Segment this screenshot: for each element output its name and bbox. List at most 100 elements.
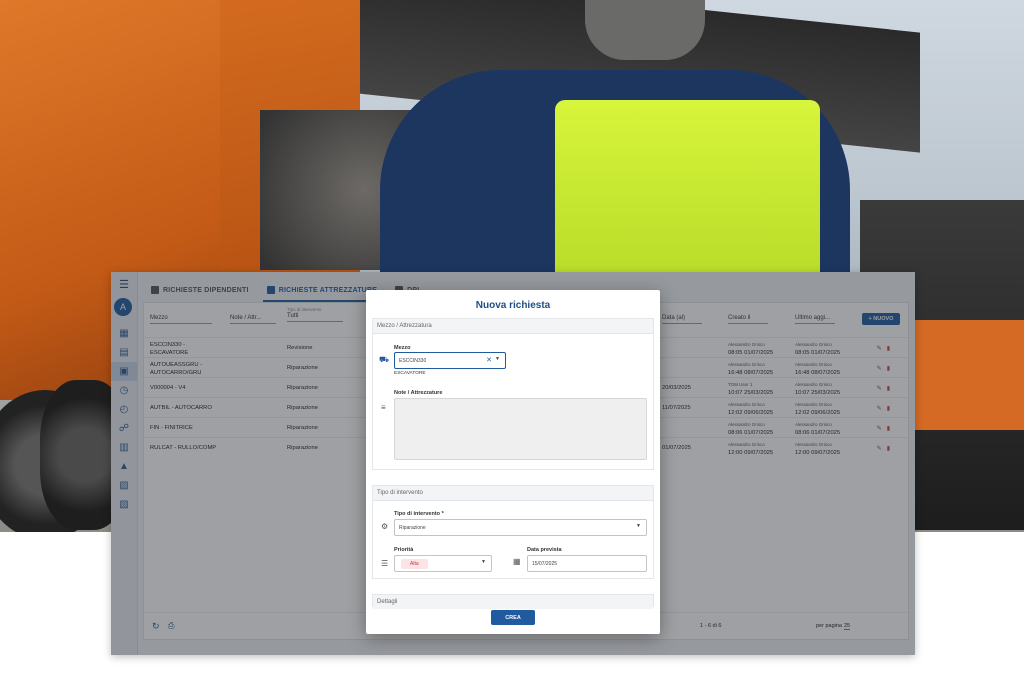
mountain-icon[interactable]: ▲ [111, 457, 137, 476]
note-textarea[interactable] [394, 398, 647, 460]
delete-icon[interactable]: ▮ [887, 385, 890, 392]
cell-tipo: Revisione [287, 345, 313, 351]
report-icon[interactable]: ▨ [111, 495, 137, 514]
equipment-requests-icon[interactable]: ▣ [111, 362, 137, 381]
cell-tipo: Riparazione [287, 405, 318, 411]
section-mezzo: Mezzo / Attrezzatura ⛟ Mezzo ESCCIN330 ✕… [372, 318, 654, 470]
delete-icon[interactable]: ▮ [887, 405, 890, 412]
clear-icon[interactable]: ✕ [486, 356, 492, 364]
edit-icon[interactable]: ✎ [877, 425, 882, 432]
edit-icon[interactable]: ✎ [877, 345, 882, 352]
tab-label: RICHIESTE ATTREZZATURE [278, 286, 378, 294]
truck-icon: ⛟ [379, 355, 390, 364]
cell-ultimo-at: 08:05 01/07/2025 [795, 350, 841, 356]
cell-creato-by: TOM User 1 [728, 382, 753, 387]
cell-mezzo: RULCAT - RULLO/COMP [150, 445, 217, 451]
people-icon[interactable]: ☍ [111, 419, 137, 438]
cell-creato-by: Alessandro Grisco [728, 422, 765, 427]
section-tipo-intervento: Tipo di intervento ⚙ Tipo di intervento … [372, 485, 654, 579]
column-data[interactable]: Data (al) [662, 315, 702, 324]
priority-chip: Alta [401, 559, 428, 569]
cell-tipo: Riparazione [287, 385, 318, 391]
clipboard-icon[interactable]: ▧ [111, 476, 137, 495]
chevron-down-icon[interactable]: ▼ [495, 356, 500, 362]
delete-icon[interactable]: ▮ [887, 365, 890, 372]
delete-icon[interactable]: ▮ [887, 345, 890, 352]
field-label: Priorità [394, 547, 414, 553]
chevron-down-icon[interactable]: ▼ [636, 523, 641, 529]
cell-creato-by: Alessandro Grisco [728, 402, 765, 407]
cell-creato-by: Alessandro Grisco [728, 362, 765, 367]
cell-ultimo-by: Alessandro Grisco [795, 422, 832, 427]
data-prevista-input[interactable]: 15/07/2025 [527, 555, 647, 572]
edit-icon[interactable]: ✎ [877, 365, 882, 372]
cell-ultimo: Alessandro Grisco 10:07 25/03/2025 [795, 381, 850, 397]
avatar[interactable]: A [114, 298, 132, 316]
field-label: Mezzo [394, 345, 411, 351]
menu-icon[interactable]: ☰ [118, 278, 130, 291]
edit-icon[interactable]: ✎ [877, 385, 882, 392]
notes-icon: ≡ [381, 403, 386, 412]
delete-icon[interactable]: ▮ [887, 425, 890, 432]
column-label: Note / Attr... [230, 315, 262, 321]
calendar-check-icon[interactable]: ▤ [111, 343, 137, 362]
column-label: Ultimo aggi... [795, 315, 831, 321]
clock-icon[interactable]: ◷ [111, 381, 137, 400]
sidebar-nav: ▦ ▤ ▣ ◷ ◴ ☍ ▥ ▲ ▧ ▨ [111, 324, 137, 514]
column-creato[interactable]: Creato il [728, 315, 768, 324]
cell-creato-at: 08:06 01/07/2025 [728, 430, 774, 436]
column-ultimo[interactable]: Ultimo aggi... [795, 315, 835, 324]
history-icon[interactable]: ◴ [111, 400, 137, 419]
column-label: Creato il [728, 315, 751, 321]
field-label: Note / Attrezzature [394, 390, 443, 396]
mezzo-select[interactable]: ESCCIN330 ✕ ▼ [394, 352, 506, 369]
filter-tipo-intervento[interactable]: Tipo di intervento Tutti [287, 307, 343, 322]
per-page-select[interactable]: 25 [844, 623, 851, 630]
cell-mezzo: FIN - FINITRICE [150, 425, 193, 431]
refresh-icon[interactable]: ↻ [152, 621, 160, 632]
wrench-icon: ⚙ [381, 522, 389, 531]
cell-creato: TOM User 1 10:07 25/03/2025 [728, 381, 783, 397]
select-value: Riparazione [399, 525, 426, 531]
edit-icon[interactable]: ✎ [877, 445, 882, 452]
cell-creato: Alessandro Grisco 16:48 08/07/2025 [728, 361, 783, 377]
row-actions: ✎ ▮ [877, 385, 890, 392]
column-label: Mezzo [150, 315, 168, 321]
calendar-icon[interactable]: ▦ [111, 324, 137, 343]
print-icon[interactable]: ⎙ [168, 621, 174, 631]
select-value: ESCCIN330 [399, 358, 427, 364]
filter-value: Tutti [287, 313, 299, 319]
field-label: Tipo di intervento * [394, 511, 444, 517]
row-actions: ✎ ▮ [877, 445, 890, 452]
cell-tipo: Riparazione [287, 425, 318, 431]
section-title: Dettagli [373, 595, 653, 609]
cell-creato: Alessandro Grisco 08:05 01/07/2025 [728, 341, 783, 357]
pagination-info: 1 - 6 di 6 [700, 623, 722, 629]
section-title: Tipo di intervento [373, 486, 653, 501]
create-button[interactable]: CREA [491, 610, 535, 625]
priorita-select[interactable]: Alta ▼ [394, 555, 492, 572]
cell-mezzo: ESCCIN330 - ESCAVATORE [150, 342, 189, 356]
cell-ultimo-by: Alessandro Grisco [795, 442, 832, 447]
briefcase-icon[interactable]: ▥ [111, 438, 137, 457]
tab-richieste-attrezzature[interactable]: RICHIESTE ATTREZZATURE [262, 280, 382, 302]
cell-tipo: Riparazione [287, 365, 318, 371]
delete-icon[interactable]: ▮ [887, 445, 890, 452]
cell-tipo: Riparazione [287, 445, 318, 451]
edit-icon[interactable]: ✎ [877, 405, 882, 412]
new-request-button[interactable]: + NUOVO [862, 313, 900, 325]
cell-data: 11/07/2025 [662, 405, 691, 411]
cell-ultimo: Alessandro Grisco 12:02 09/06/2025 [795, 401, 850, 417]
tab-label: RICHIESTE DIPENDENTI [163, 286, 249, 294]
tipo-intervento-select[interactable]: Riparazione ▼ [394, 519, 647, 536]
cell-creato: Alessandro Grisco 12:00 09/07/2025 [728, 441, 783, 457]
column-mezzo[interactable]: Mezzo [150, 315, 212, 324]
filter-label: Tipo di intervento [287, 307, 322, 312]
section-title: Mezzo / Attrezzatura [373, 319, 653, 334]
calendar-icon[interactable]: ▦ [513, 557, 521, 566]
tab-richieste-dipendenti[interactable]: RICHIESTE DIPENDENTI [147, 280, 253, 300]
column-note[interactable]: Note / Attr... [230, 315, 276, 324]
cell-ultimo-at: 16:48 08/07/2025 [795, 370, 841, 376]
chevron-down-icon[interactable]: ▼ [481, 559, 486, 565]
cell-ultimo-by: Alessandro Grisco [795, 402, 832, 407]
